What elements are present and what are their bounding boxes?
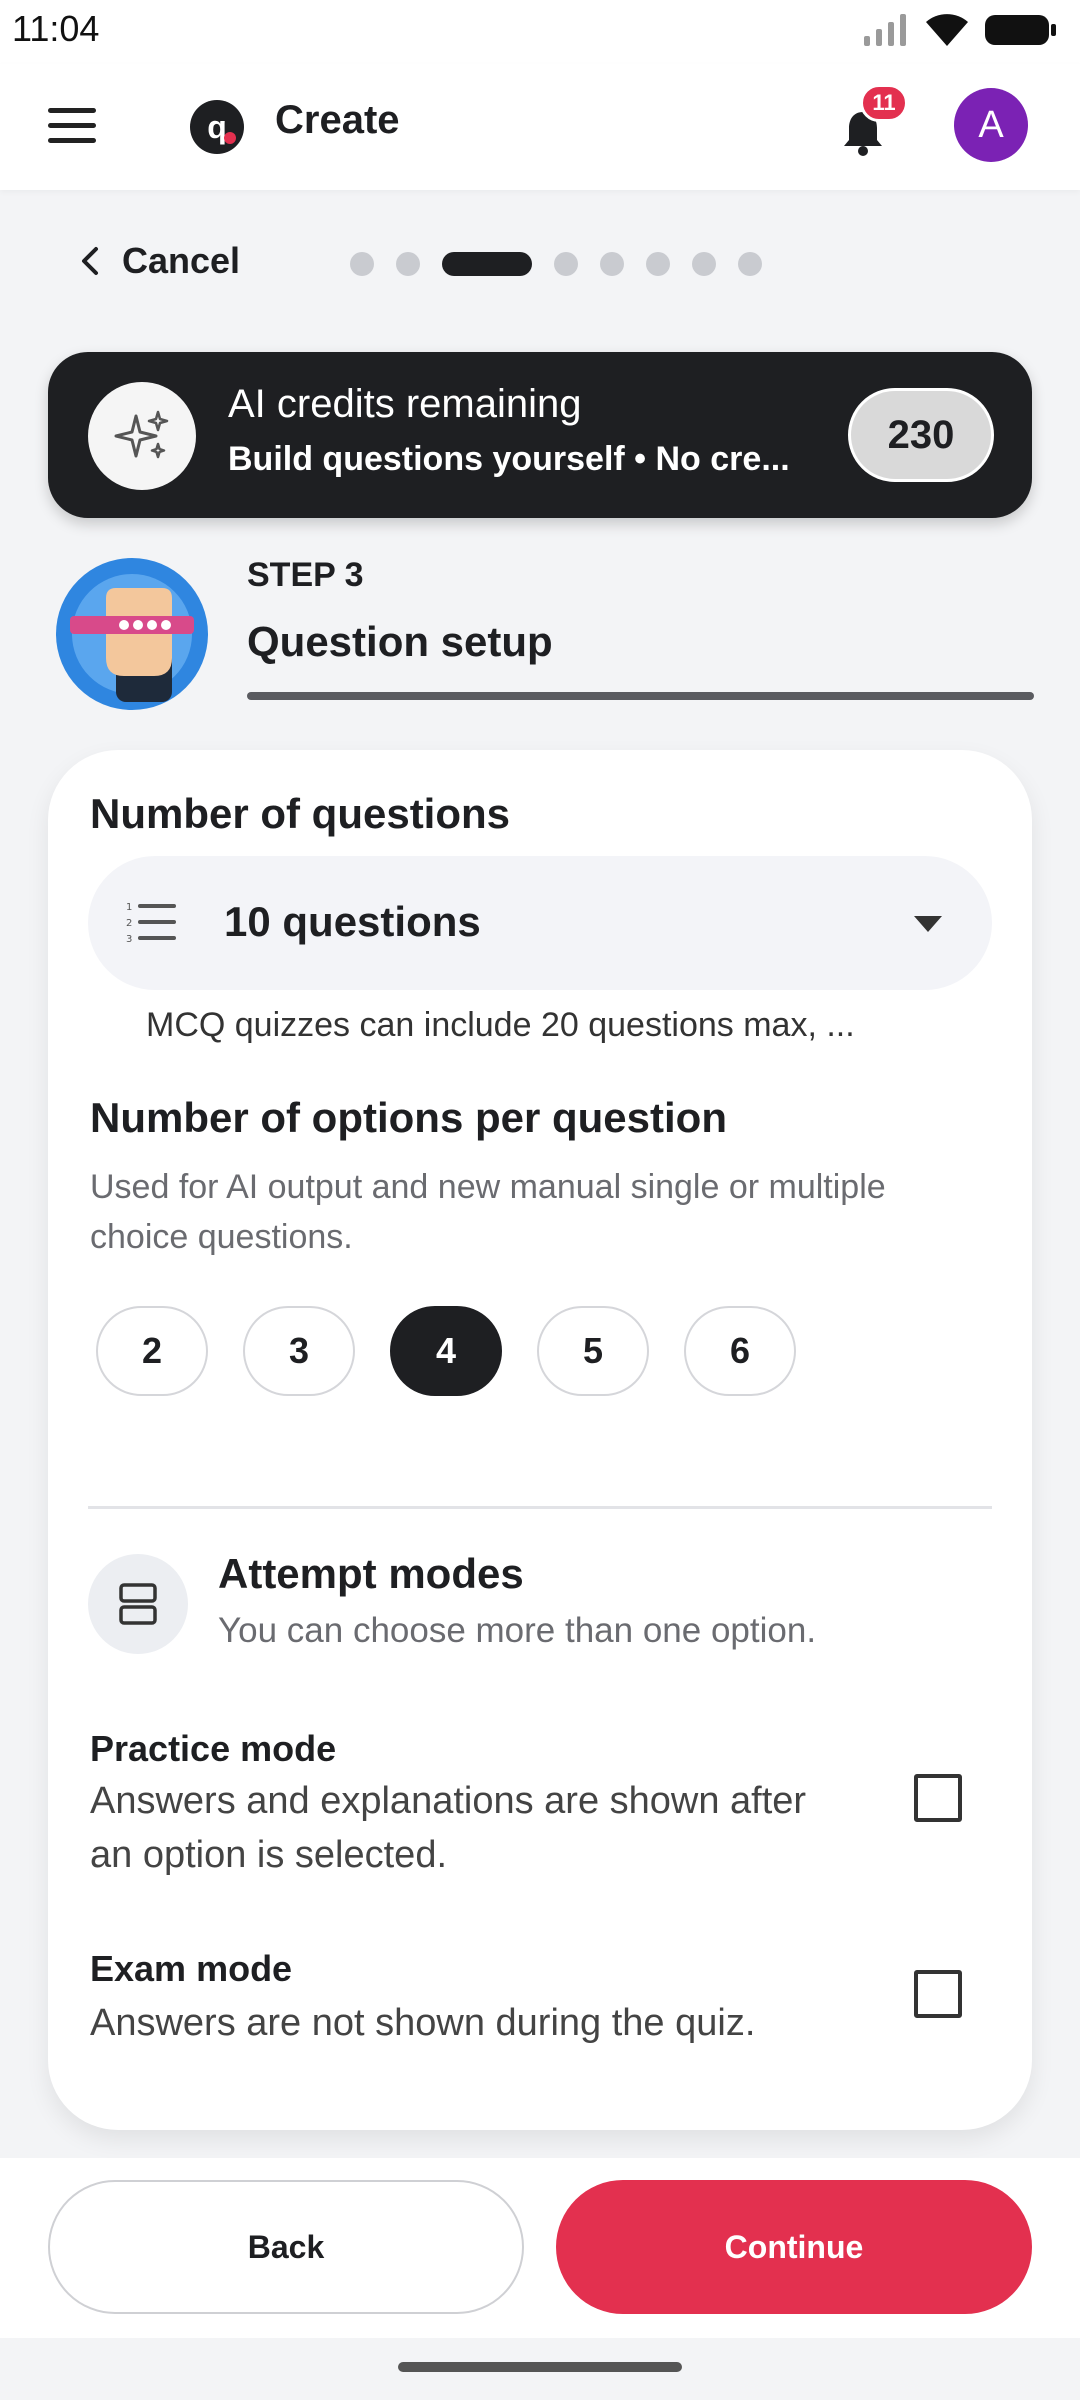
- step-underline: [247, 692, 1034, 700]
- options-section-title: Number of options per question: [90, 1094, 727, 1141]
- sparkles-icon: [88, 382, 196, 490]
- app-logo: q: [190, 100, 244, 154]
- practice-mode-title: Practice mode: [90, 1728, 337, 1769]
- svg-text:1: 1: [126, 902, 132, 913]
- svg-text:3: 3: [126, 934, 132, 945]
- menu-icon[interactable]: [48, 108, 96, 144]
- credits-title: AI credits remaining: [228, 382, 582, 426]
- step-progress-dots: [350, 252, 762, 276]
- status-bar: 11:04: [0, 0, 1080, 64]
- step-label: STEP 3: [247, 556, 364, 594]
- step-dot: [692, 252, 716, 276]
- bottom-action-bar: Back Continue: [0, 2158, 1080, 2338]
- divider: [88, 1506, 992, 1509]
- step-dot: [350, 252, 374, 276]
- notification-badge: 11: [860, 84, 908, 122]
- questions-section-title: Number of questions: [90, 790, 511, 837]
- attempt-modes-title: Attempt modes: [218, 1550, 524, 1597]
- cancel-button[interactable]: Cancel: [80, 240, 240, 282]
- back-button[interactable]: Back: [48, 2180, 524, 2314]
- step-dot: [600, 252, 624, 276]
- wifi-icon: [926, 14, 968, 46]
- questions-hint: MCQ quizzes can include 20 questions max…: [146, 1006, 855, 1044]
- step-dot: [554, 252, 578, 276]
- questions-count-dropdown[interactable]: 1 2 3 10 questions: [88, 856, 992, 990]
- avatar[interactable]: A: [954, 88, 1028, 162]
- option-count-5[interactable]: 5: [537, 1306, 649, 1396]
- app-header: q Create 11 A: [0, 64, 1080, 190]
- practice-mode-description: Answers and explanations are shown after…: [90, 1780, 807, 1876]
- step-dot: [738, 252, 762, 276]
- numbered-list-icon: 1 2 3: [126, 902, 176, 945]
- practice-mode-checkbox[interactable]: [914, 1774, 962, 1822]
- status-time: 11:04: [12, 8, 100, 49]
- caret-down-icon: [914, 916, 942, 932]
- logo-dot: [224, 132, 236, 144]
- attempt-modes-subtitle: You can choose more than one option.: [218, 1611, 817, 1650]
- exam-mode-checkbox[interactable]: [914, 1970, 962, 2018]
- exam-mode-title: Exam mode: [90, 1948, 293, 1989]
- cancel-label: Cancel: [122, 240, 241, 281]
- svg-text:2: 2: [126, 918, 132, 929]
- signal-icon: [864, 14, 906, 46]
- option-count-6[interactable]: 6: [684, 1306, 796, 1396]
- exam-mode-description: Answers are not shown during the quiz.: [90, 2002, 756, 2044]
- battery-icon: [985, 15, 1056, 45]
- options-description: Used for AI output and new manual single…: [90, 1168, 886, 1256]
- credits-subtitle: Build questions yourself • No cre...: [228, 440, 790, 478]
- layout-rows-icon: [88, 1554, 188, 1654]
- status-icons: [862, 12, 1058, 48]
- credits-count-badge: 230: [848, 388, 994, 482]
- step-dot: [646, 252, 670, 276]
- question-setup-card: Number of questions 1 2 3 10 questions M…: [48, 750, 1032, 2130]
- step-dot-active: [442, 252, 532, 276]
- step-dot: [396, 252, 420, 276]
- option-count-4[interactable]: 4: [390, 1306, 502, 1396]
- home-indicator[interactable]: [398, 2362, 682, 2372]
- ai-credits-banner[interactable]: AI credits remaining Build questions you…: [48, 352, 1032, 518]
- step-title: Question setup: [247, 618, 553, 665]
- step-illustration: [56, 558, 208, 710]
- page-title: Create: [275, 98, 400, 142]
- continue-button[interactable]: Continue: [556, 2180, 1032, 2314]
- chevron-left-icon: [82, 247, 98, 275]
- option-count-2[interactable]: 2: [96, 1306, 208, 1396]
- questions-count-value: 10 questions: [224, 898, 481, 945]
- option-count-3[interactable]: 3: [243, 1306, 355, 1396]
